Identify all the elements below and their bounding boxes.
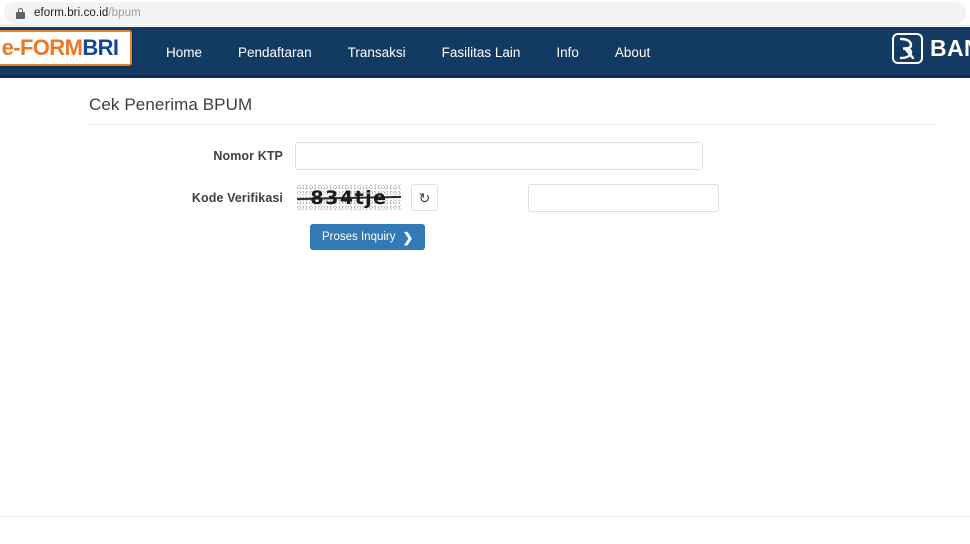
logo-eform-text: e-FORM [1, 35, 83, 60]
url-input[interactable]: eform.bri.co.id/bpum [4, 2, 966, 24]
bank-word-text: BANK [929, 35, 970, 61]
nav-item-home[interactable]: Home [148, 39, 220, 66]
proses-inquiry-button[interactable]: Proses Inquiry ❯ [310, 224, 426, 250]
logo-bri-text: BRI [82, 35, 119, 60]
page-title: Cek Penerima BPUM [89, 95, 253, 114]
browser-divider [0, 25, 970, 26]
logo-text: e-FORMBRI [2, 37, 119, 59]
footer-divider [0, 516, 970, 517]
refresh-icon: ↻ [418, 189, 431, 206]
captcha-image: 834tje [297, 184, 401, 211]
form-row-ktp: Nomor KTP [0, 142, 703, 170]
eform-bri-logo[interactable]: e-FORMBRI [0, 30, 132, 66]
url-host: eform.bri.co.id [34, 7, 109, 19]
bank-bri-logo: BANK [891, 33, 970, 64]
label-nomor-ktp: Nomor KTP [213, 149, 283, 163]
nav-item-transaksi[interactable]: Transaksi [330, 39, 424, 66]
label-kode-verifikasi: Kode Verifikasi [191, 190, 283, 205]
captcha-text: 834tje [310, 186, 388, 209]
lock-icon [16, 7, 25, 19]
submit-label: Proses Inquiry [322, 231, 396, 243]
title-divider [88, 124, 935, 125]
browser-url-bar: eform.bri.co.id/bpum [0, 0, 970, 26]
url-path: /bpum [108, 7, 141, 19]
kode-verifikasi-input[interactable] [528, 184, 719, 212]
nav-item-about[interactable]: About [597, 39, 668, 66]
page-content: Cek Penerima BPUM Nomor KTP Kode Verifik… [0, 78, 970, 544]
nav-links: Home Pendaftaran Transaksi Fasilitas Lai… [148, 27, 668, 78]
nav-item-fasilitas-lain[interactable]: Fasilitas Lain [424, 39, 539, 66]
nav-item-info[interactable]: Info [538, 39, 597, 66]
bri-logo-icon [891, 33, 923, 64]
form-row-captcha: Kode Verifikasi 834tje ↻ [0, 184, 719, 212]
chevron-right-icon: ❯ [402, 229, 414, 245]
refresh-captcha-button[interactable]: ↻ [411, 184, 438, 211]
nomor-ktp-input[interactable] [295, 142, 703, 170]
nav-item-pendaftaran[interactable]: Pendaftaran [220, 39, 330, 66]
browser-page: eform.bri.co.id/bpum e-FORMBRI Home Pend… [0, 0, 970, 544]
url-text: eform.bri.co.id/bpum [34, 7, 141, 19]
